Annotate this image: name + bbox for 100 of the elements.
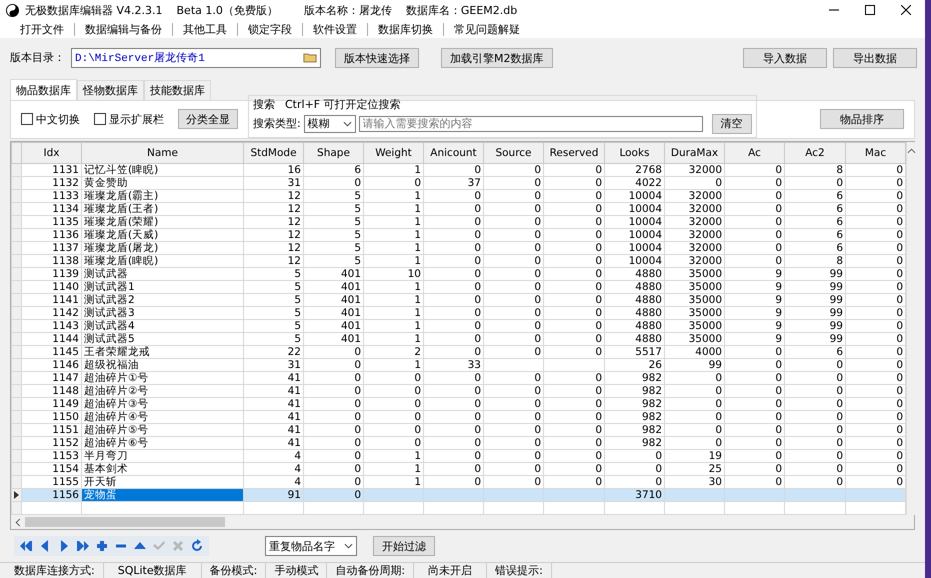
- toolbar-button[interactable]: 导出数据: [833, 48, 917, 68]
- column-header[interactable]: Shape: [304, 142, 364, 164]
- table-cell: 0: [896, 360, 903, 370]
- table-cell: 0: [775, 412, 782, 422]
- column-header[interactable]: Idx: [22, 142, 82, 164]
- maximize-icon[interactable]: [865, 5, 875, 16]
- table-cell: 0: [534, 398, 541, 410]
- sort-button[interactable]: 物品排序: [820, 109, 904, 130]
- table-cell: 16: [288, 164, 301, 176]
- table-cell: 35000: [688, 334, 722, 344]
- table-cell: 0: [595, 438, 602, 448]
- table-cell: 12: [288, 230, 301, 240]
- table-cell: 401: [340, 268, 361, 280]
- column-header[interactable]: Anicount: [424, 142, 484, 164]
- tab[interactable]: 物品数据库: [10, 78, 77, 100]
- first-record-icon[interactable]: [19, 539, 33, 553]
- chevron-down-icon[interactable]: [344, 543, 353, 549]
- show-all-button[interactable]: 分类全显: [178, 109, 238, 130]
- column-header[interactable]: Ac: [724, 142, 784, 164]
- table-cell: 0: [896, 464, 903, 474]
- chevron-down-icon[interactable]: [342, 120, 352, 127]
- menu-item[interactable]: 锁定字段: [238, 22, 302, 37]
- table-cell: 0: [595, 398, 602, 410]
- horizontal-scrollbar[interactable]: [11, 515, 914, 529]
- table-cell: 22: [288, 346, 301, 358]
- last-record-icon[interactable]: [76, 539, 90, 553]
- table-cell: 0: [715, 386, 722, 396]
- checkbox[interactable]: [21, 113, 33, 126]
- table-cell: 0: [474, 268, 481, 280]
- filter-dropdown[interactable]: 重复物品名字: [265, 536, 357, 556]
- checkbox[interactable]: [94, 113, 106, 126]
- table-cell: 10004: [628, 204, 662, 214]
- toolbar-button[interactable]: 加载引擎M2数据库: [441, 48, 552, 68]
- table-cell: 5: [294, 282, 301, 292]
- column-header[interactable]: DuraMax: [664, 142, 724, 164]
- table-cell: 0: [896, 334, 903, 344]
- scrollbar-thumb[interactable]: [25, 517, 225, 527]
- table-cell: 5: [354, 230, 361, 240]
- table-cell: 1141: [52, 294, 79, 306]
- table-cell: 1: [414, 204, 421, 214]
- folder-icon[interactable]: [303, 52, 317, 63]
- search-field[interactable]: 请输入需要搜索的内容: [358, 116, 703, 132]
- column-header[interactable]: Source: [484, 142, 544, 164]
- table-cell: 超油碎片①号: [84, 372, 148, 384]
- column-header[interactable]: Reserved: [544, 142, 604, 164]
- table-cell: 32000: [688, 164, 722, 176]
- menu-item[interactable]: 数据编辑与备份: [75, 22, 172, 37]
- column-header[interactable]: Weight: [364, 142, 424, 164]
- column-header[interactable]: Mac: [846, 142, 906, 164]
- tab[interactable]: 怪物数据库: [77, 80, 144, 100]
- table-cell: 0: [595, 308, 602, 318]
- table-cell: 0: [534, 178, 541, 188]
- table-cell: 0: [474, 242, 481, 254]
- column-header[interactable]: Ac2: [784, 142, 846, 164]
- menu-item[interactable]: 软件设置: [303, 22, 367, 37]
- table-cell: 41: [288, 386, 301, 396]
- column-header[interactable]: Name: [82, 142, 244, 164]
- table-cell: 4880: [635, 334, 662, 344]
- scroll-left-icon[interactable]: [15, 518, 21, 526]
- table-cell: 黄金赞助: [84, 178, 128, 188]
- table-cell: 30: [708, 476, 722, 488]
- table-cell: 0: [474, 476, 481, 488]
- refresh-icon[interactable]: [190, 539, 204, 553]
- table-cell: 0: [595, 294, 602, 306]
- table-cell: 0: [896, 216, 903, 228]
- column-header[interactable]: Looks: [604, 142, 664, 164]
- plus-icon[interactable]: [95, 539, 109, 553]
- column-header[interactable]: StdMode: [244, 142, 304, 164]
- table-cell: 401: [340, 320, 361, 332]
- table-cell: 0: [775, 346, 782, 358]
- search-type-dropdown[interactable]: 模糊: [304, 114, 356, 133]
- toolbar-button[interactable]: 版本快速选择: [335, 48, 419, 68]
- table-cell: 9: [775, 320, 782, 332]
- menu-item[interactable]: 数据库切换: [368, 22, 443, 37]
- table-cell: 35000: [688, 268, 722, 280]
- table-cell: 璀璨龙盾(屠龙): [84, 242, 158, 254]
- start-filter-button[interactable]: 开始过滤: [373, 536, 435, 556]
- menu-item[interactable]: 常见问题解疑: [444, 22, 530, 37]
- table-cell: 32000: [688, 230, 722, 240]
- search-title: 搜索: [253, 96, 275, 112]
- tab[interactable]: 技能数据库: [144, 80, 211, 100]
- table-cell: 1: [414, 230, 421, 240]
- table-cell: 0: [474, 450, 481, 462]
- menu-item[interactable]: 打开文件: [10, 22, 74, 37]
- table-cell: 测试武器2: [84, 294, 135, 306]
- toolbar-button[interactable]: 导入数据: [743, 48, 827, 68]
- table-cell: 王者荣耀龙戒: [84, 346, 150, 358]
- clear-button[interactable]: 清空: [712, 114, 752, 134]
- table-cell: 982: [642, 398, 662, 410]
- scroll-up-icon[interactable]: [907, 148, 916, 154]
- table-cell: 982: [642, 424, 662, 436]
- table-cell: 1: [414, 308, 421, 318]
- table-cell: 记忆斗笠(睥睨): [84, 164, 158, 176]
- table-cell: 1: [414, 256, 421, 266]
- menu-item[interactable]: 其他工具: [173, 22, 237, 37]
- close-icon[interactable]: [901, 5, 911, 16]
- table-cell: 0: [896, 438, 903, 448]
- path-field[interactable]: D:\MirServer屠龙传奇1: [71, 48, 321, 68]
- table-cell: 0: [715, 412, 722, 422]
- table-cell: 0: [595, 334, 602, 344]
